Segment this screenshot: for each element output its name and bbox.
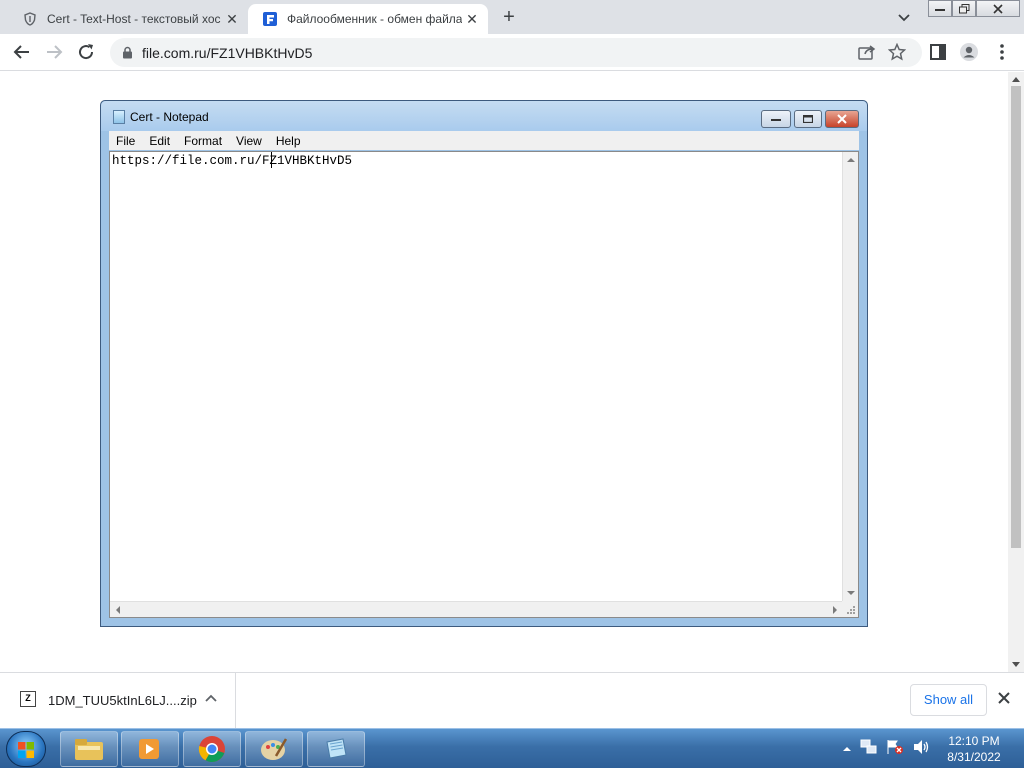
clock-date: 8/31/2022: [947, 750, 1001, 764]
notepad-app-icon: [113, 110, 125, 124]
text-cursor-ibeam: [271, 152, 272, 168]
tab-cert-text-host[interactable]: Cert - Text-Host - текстовый хос ✕: [8, 4, 248, 34]
notepad-vertical-scrollbar[interactable]: [842, 152, 858, 601]
notepad-minimize-icon[interactable]: [761, 110, 791, 128]
volume-speaker-icon[interactable]: [912, 739, 930, 760]
clock-time: 12:10 PM: [948, 734, 1000, 748]
notepad-horizontal-scrollbar[interactable]: [110, 601, 843, 617]
file-com-logo-icon: [262, 11, 278, 27]
tab-title: Файлообменник - обмен файла: [287, 12, 462, 26]
show-all-button[interactable]: Show all: [910, 684, 987, 716]
back-arrow-icon[interactable]: [12, 42, 32, 62]
minimize-window-icon[interactable]: [928, 0, 952, 17]
notepad-menu-bar: File Edit Format View Help: [109, 131, 859, 150]
action-center-flag-icon[interactable]: [886, 739, 904, 760]
windows-taskbar: 12:10 PM 8/31/2022: [0, 728, 1024, 768]
menu-help[interactable]: Help: [269, 134, 308, 148]
scroll-up-arrow-icon[interactable]: [1012, 77, 1020, 82]
taskbar-explorer[interactable]: [60, 731, 118, 767]
url-text[interactable]: file.com.ru/FZ1VHBKtHvD5: [142, 45, 312, 61]
taskbar-chrome[interactable]: [183, 731, 241, 767]
taskbar-media-player[interactable]: [121, 731, 179, 767]
address-bar[interactable]: file.com.ru/FZ1VHBKtHvD5: [110, 38, 922, 67]
notepad-icon: [326, 738, 347, 759]
download-item[interactable]: Z 1DM_TUU5ktInL6LJ....zip: [0, 673, 236, 728]
taskbar-clock[interactable]: 12:10 PM 8/31/2022: [932, 733, 1016, 765]
tab-strip: Cert - Text-Host - текстовый хос ✕ Файло…: [0, 0, 1024, 34]
resize-grip-icon[interactable]: [842, 601, 858, 617]
chrome-icon: [198, 736, 225, 763]
scroll-up-arrow-icon[interactable]: [847, 158, 855, 162]
menu-view[interactable]: View: [229, 134, 269, 148]
notepad-content[interactable]: https://file.com.ru/FZ1VHBKtHvD5: [112, 154, 352, 168]
close-download-shelf-icon[interactable]: [997, 689, 1011, 710]
taskbar-notepad[interactable]: [307, 731, 365, 767]
scroll-right-arrow-icon[interactable]: [833, 606, 837, 614]
taskbar-paint[interactable]: [245, 731, 303, 767]
menu-edit[interactable]: Edit: [142, 134, 177, 148]
menu-file[interactable]: File: [109, 134, 142, 148]
restore-window-icon[interactable]: [952, 0, 976, 17]
start-button[interactable]: [6, 731, 46, 767]
page-scrollbar[interactable]: [1008, 72, 1024, 672]
chevron-up-icon[interactable]: [205, 691, 217, 705]
paint-palette-icon: [261, 738, 288, 760]
share-icon[interactable]: [858, 44, 876, 65]
lock-icon[interactable]: [122, 46, 133, 64]
media-player-icon: [139, 739, 159, 759]
forward-arrow-icon[interactable]: [44, 42, 64, 62]
new-tab-button[interactable]: +: [498, 7, 520, 29]
scroll-down-arrow-icon[interactable]: [847, 591, 855, 595]
scrollbar-thumb[interactable]: [1011, 86, 1021, 548]
notepad-title: Cert - Notepad: [130, 110, 209, 124]
close-tab-icon[interactable]: ✕: [224, 11, 240, 27]
download-file-name[interactable]: 1DM_TUU5ktInL6LJ....zip: [48, 693, 197, 708]
zip-file-icon: Z: [20, 691, 36, 707]
tab-search-chevron-icon[interactable]: [896, 9, 912, 25]
notepad-maximize-icon[interactable]: [794, 110, 822, 128]
close-window-icon[interactable]: [976, 0, 1020, 17]
network-icon[interactable]: [860, 739, 878, 760]
notepad-close-icon[interactable]: [825, 110, 859, 128]
scroll-left-arrow-icon[interactable]: [116, 606, 120, 614]
windows-logo-icon: [18, 742, 34, 758]
system-tray: [842, 729, 930, 769]
reload-icon[interactable]: [76, 42, 96, 62]
tab-title: Cert - Text-Host - текстовый хос: [47, 12, 221, 26]
kebab-menu-icon[interactable]: [992, 42, 1012, 62]
window-controls: [928, 0, 1020, 17]
side-panel-icon[interactable]: [928, 42, 948, 62]
scroll-down-arrow-icon[interactable]: [1012, 662, 1020, 667]
profile-avatar-icon[interactable]: [959, 42, 979, 62]
close-tab-icon[interactable]: ✕: [464, 11, 480, 27]
download-shelf: Z 1DM_TUU5ktInL6LJ....zip Show all: [0, 672, 1024, 728]
bookmark-star-icon[interactable]: [887, 42, 907, 66]
menu-format[interactable]: Format: [177, 134, 229, 148]
show-hidden-icons-arrow-icon[interactable]: [842, 740, 852, 758]
notepad-window: Cert - Notepad File Edit Format View Hel…: [100, 100, 868, 627]
browser-toolbar: file.com.ru/FZ1VHBKtHvD5: [0, 34, 1024, 71]
tab-file-exchange[interactable]: Файлообменник - обмен файла ✕: [248, 4, 488, 34]
shield-icon: [22, 11, 38, 27]
notepad-title-bar[interactable]: Cert - Notepad: [101, 101, 867, 131]
folder-icon: [75, 739, 103, 760]
notepad-text-area[interactable]: https://file.com.ru/FZ1VHBKtHvD5: [109, 151, 859, 618]
